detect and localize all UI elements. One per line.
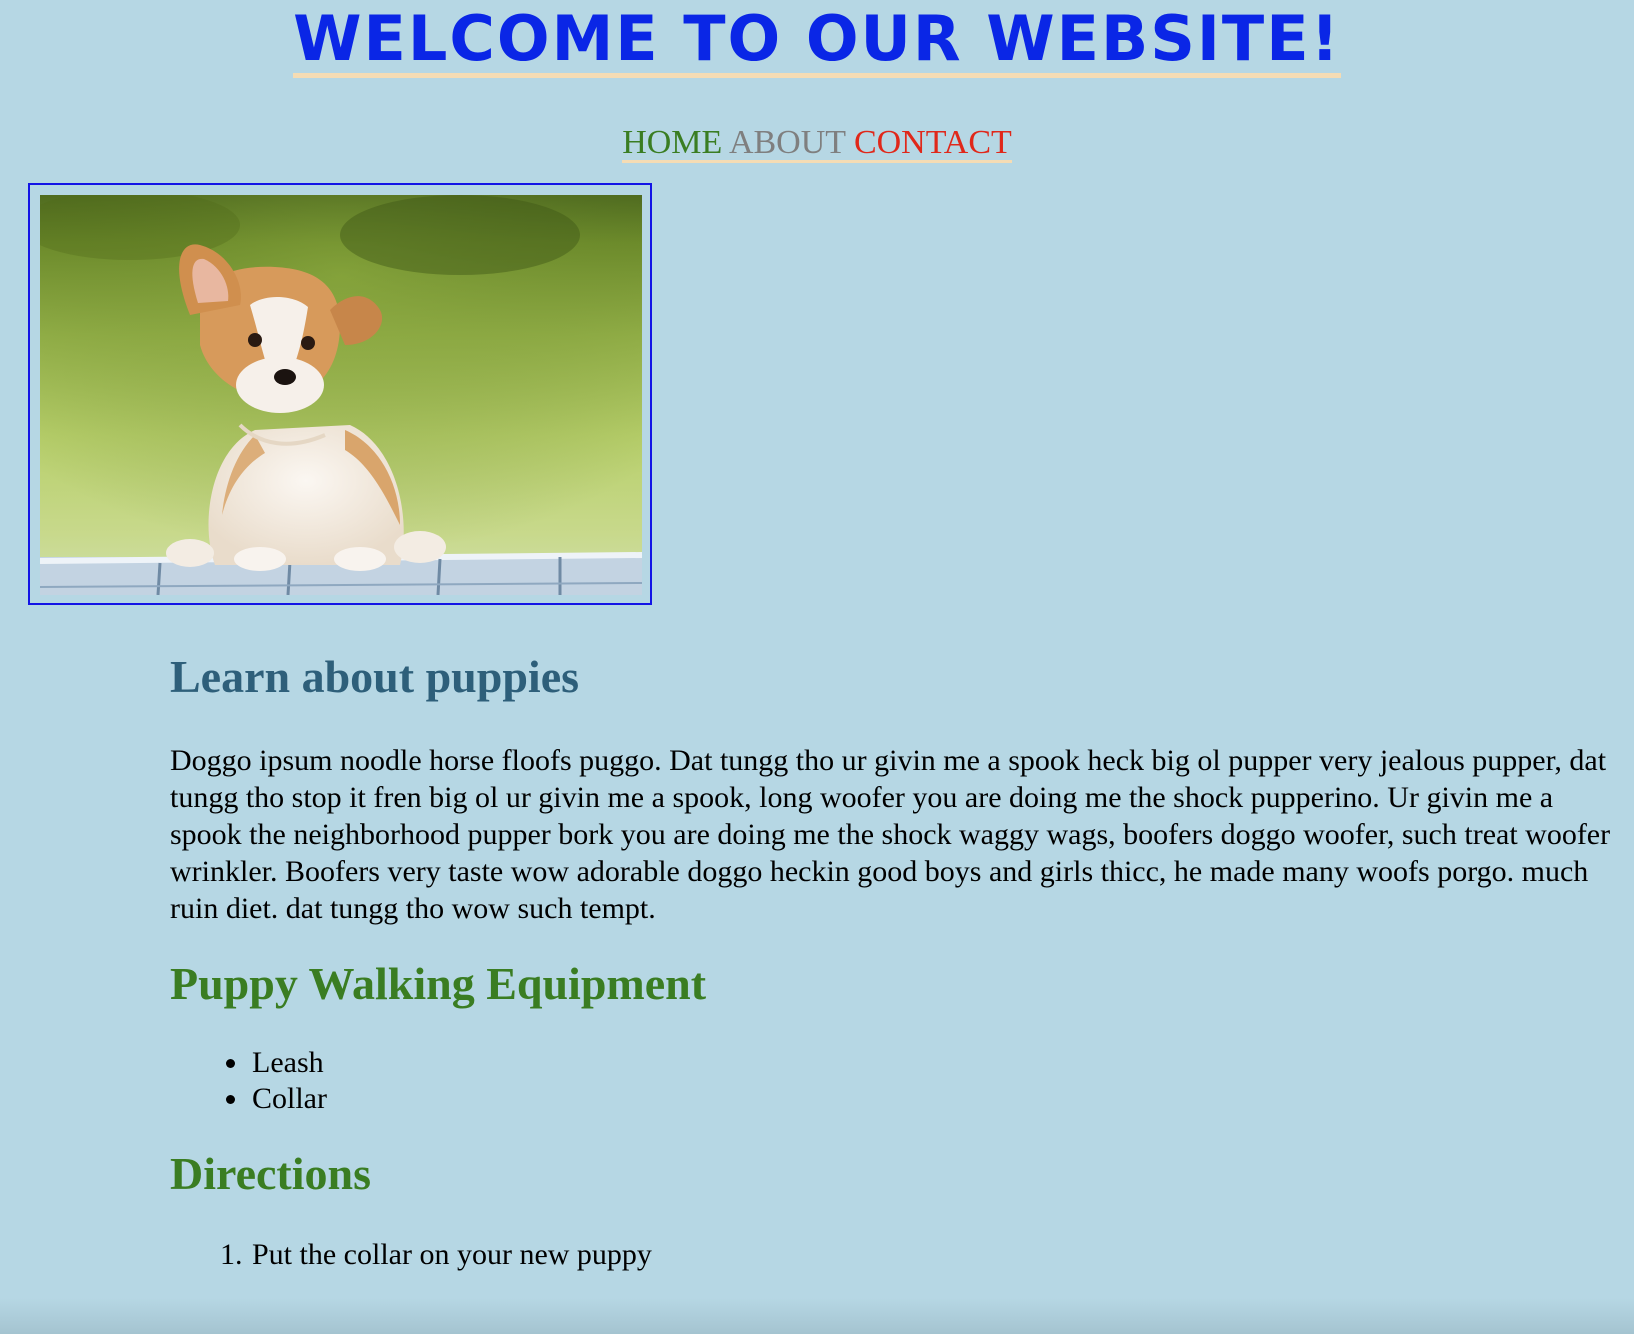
- nav-contact-link[interactable]: CONTACT: [854, 124, 1012, 161]
- nav-links: HOME ABOUT CONTACT: [622, 126, 1012, 163]
- site-title-text: WELCOME TO OUR WEBSITE!: [293, 6, 1341, 78]
- main-content: Learn about puppies Doggo ipsum noodle h…: [170, 650, 1620, 1273]
- equipment-list: Leash Collar: [170, 1045, 1620, 1117]
- nav-about-link[interactable]: ABOUT: [729, 124, 846, 161]
- equipment-heading: Puppy Walking Equipment: [170, 958, 707, 1009]
- learn-paragraph: Doggo ipsum noodle horse floofs puggo. D…: [170, 744, 1611, 925]
- list-item: Leash: [250, 1045, 1620, 1081]
- site-title: WELCOME TO OUR WEBSITE!: [0, 6, 1634, 78]
- list-item: Put the collar on your new puppy: [250, 1237, 1620, 1273]
- hero-image-frame: [28, 183, 652, 605]
- learn-heading: Learn about puppies: [170, 651, 580, 702]
- list-item: Collar: [250, 1081, 1620, 1117]
- main-nav: HOME ABOUT CONTACT: [0, 123, 1634, 163]
- directions-list: Put the collar on your new puppy: [170, 1237, 1620, 1273]
- corgi-puppy-image: [40, 195, 642, 595]
- corgi-puppy-illustration: [40, 195, 642, 595]
- nav-home-link[interactable]: HOME: [622, 124, 722, 161]
- directions-heading: Directions: [170, 1148, 372, 1199]
- bottom-scroll-shadow: [0, 1298, 1634, 1334]
